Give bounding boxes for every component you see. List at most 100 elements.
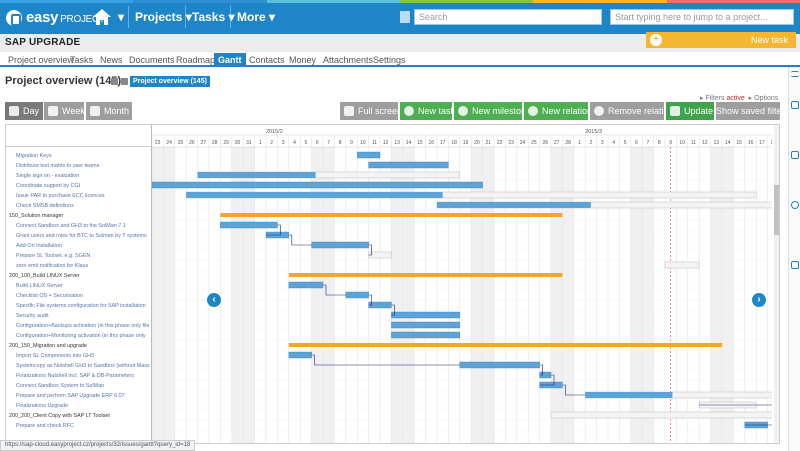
day-tick-label: 2 bbox=[590, 140, 593, 146]
remove-relation-button[interactable]: Remove relation bbox=[590, 102, 674, 120]
gantt-timeline[interactable]: 23 24 25 26 27 28 29 30 31 1 2 3 4 5 6 7 8 9 10 11 12 13 14 15 1… bbox=[152, 125, 772, 444]
day-tick-label: 13 bbox=[714, 140, 720, 146]
jump-to-project-input[interactable]: Start typing here to jump to a project..… bbox=[610, 9, 794, 25]
update-button[interactable]: Update bbox=[666, 102, 714, 120]
day-tick-label: 21 bbox=[486, 140, 492, 146]
query-badge[interactable]: Project overview (145) bbox=[130, 76, 210, 87]
new-relation-button[interactable]: New relation bbox=[524, 102, 592, 120]
week-label: Week bbox=[62, 106, 85, 116]
gantt-task-row[interactable]: Finalizations Nutshell incl. SAP & DB-Pa… bbox=[6, 371, 152, 381]
browser-status-url: https://sap-cloud.easyproject.cz/project… bbox=[0, 440, 196, 451]
weekend-column bbox=[163, 147, 175, 443]
gantt-task-row[interactable]: Prepare and perform SAP Upgrade ERP 6.07 bbox=[6, 391, 152, 401]
search-input[interactable]: Search bbox=[414, 9, 602, 25]
new-task-gantt-button[interactable]: New task bbox=[400, 102, 455, 120]
menu-projects[interactable]: Projects ▾ bbox=[135, 10, 192, 24]
edit-icon[interactable] bbox=[111, 78, 118, 85]
full-screen-button[interactable]: Full screen bbox=[340, 102, 402, 120]
gantt-group-row[interactable]: 150_Solution manager bbox=[6, 211, 152, 221]
gantt-task-row[interactable]: Coordinate support by CGI bbox=[6, 181, 152, 191]
mail-icon[interactable] bbox=[791, 151, 799, 159]
trash-icon[interactable] bbox=[400, 11, 410, 23]
lightbulb-icon[interactable] bbox=[791, 201, 799, 209]
menu-more[interactable]: More ▾ bbox=[237, 10, 275, 24]
gantt-task-row[interactable]: Prepare SL Toolset, e.g. SGEN bbox=[6, 251, 152, 261]
weekend-column bbox=[402, 147, 415, 443]
day-tick-label: 19 bbox=[463, 140, 469, 146]
gantt-task-row[interactable]: Distribute test matrix to user teams bbox=[6, 161, 152, 171]
vertical-scrollbar[interactable] bbox=[774, 125, 779, 443]
gantt-task-row[interactable]: Security audit bbox=[6, 311, 152, 321]
gantt-group-row[interactable]: 200_100_Build LINUX Server bbox=[6, 271, 152, 281]
filters-indicator[interactable]: ▸ Filters active ▸ Options bbox=[700, 94, 778, 102]
gantt-task-row[interactable]: Import SL Components into GH3 bbox=[6, 351, 152, 361]
tab-news[interactable]: News bbox=[96, 53, 127, 67]
gantt-group-row[interactable]: 200_200_Client Copy with SAP LT Toolset bbox=[6, 411, 152, 421]
tab-settings[interactable]: Settings bbox=[369, 53, 410, 67]
menu-icon[interactable] bbox=[791, 71, 799, 77]
scrollbar-thumb[interactable] bbox=[774, 185, 779, 235]
day-tick-label: 8 bbox=[658, 140, 661, 146]
tab-gantt[interactable]: Gantt bbox=[214, 53, 246, 67]
gantt-task-row[interactable]: Grant users and roles for BTC to Solman … bbox=[6, 231, 152, 241]
new-task-label: New task bbox=[750, 35, 788, 45]
weekend-column bbox=[710, 147, 722, 443]
gantt-task-row[interactable]: Check SMSB definitions bbox=[6, 201, 152, 211]
tab-tasks[interactable]: Tasks bbox=[66, 53, 97, 67]
chevron-down-icon[interactable]: ▾ bbox=[118, 10, 124, 24]
day-tick-label: 4 bbox=[612, 140, 615, 146]
zoom-day-button[interactable]: Day bbox=[5, 102, 43, 120]
gantt-task-row[interactable]: Migration Keys bbox=[6, 151, 152, 161]
clipboard-icon[interactable] bbox=[791, 261, 799, 269]
minus-icon bbox=[594, 106, 604, 116]
new-relation-label: New relation bbox=[542, 106, 593, 116]
logo[interactable]: easy PROJECT bbox=[6, 9, 105, 26]
day-tick-label: 15 bbox=[736, 140, 742, 146]
show-saved-filters-button[interactable]: Show saved filters bbox=[716, 102, 789, 120]
gantt-task-row[interactable]: zero emit notification for Klaus bbox=[6, 261, 152, 271]
gantt-task-row[interactable]: Issue PAR to purchase ECC licences bbox=[6, 191, 152, 201]
menu-tasks[interactable]: Tasks ▾ bbox=[192, 10, 235, 24]
gantt-task-bar-progress bbox=[197, 172, 316, 178]
project-tabs: Project overview Tasks News Documents Ro… bbox=[0, 53, 800, 67]
zoom-week-button[interactable]: Week bbox=[44, 102, 85, 120]
plus-icon bbox=[528, 106, 538, 116]
gantt-task-bar bbox=[345, 291, 369, 299]
zoom-month-button[interactable]: Month bbox=[86, 102, 132, 120]
gantt-task-row[interactable]: Add-On Installation bbox=[6, 241, 152, 251]
weekend-column bbox=[152, 147, 164, 443]
new-milestone-button[interactable]: New milestone bbox=[454, 102, 531, 120]
gantt-task-bar bbox=[391, 311, 460, 319]
gantt-task-row[interactable]: Single sign on - evaluation bbox=[6, 171, 152, 181]
gantt-task-row[interactable]: Finalizations Upgrade bbox=[6, 401, 152, 411]
gantt-task-row[interactable]: Connect Sandbox System to SolMan bbox=[6, 381, 152, 391]
delete-icon[interactable] bbox=[121, 78, 128, 85]
gantt-task-row[interactable]: Configuration+Backups activation (in thi… bbox=[6, 321, 152, 331]
gantt-task-bar-outline bbox=[368, 251, 392, 259]
gantt-task-row[interactable]: Systemcopy as Nutshell GH3 to Sandbox (w… bbox=[6, 361, 152, 371]
user-icon[interactable] bbox=[791, 101, 799, 109]
gantt-task-row[interactable]: Prepare and check RFC bbox=[6, 421, 152, 431]
day-tick-label: 11 bbox=[372, 140, 377, 146]
gantt-task-row[interactable]: Configuration+Monitoring activation (in … bbox=[6, 331, 152, 341]
tab-documents[interactable]: Documents bbox=[125, 53, 179, 67]
gantt-timeline-svg[interactable]: 23 24 25 26 27 28 29 30 31 1 2 3 4 5 6 7 8 9 10 11 12 13 14 15 1… bbox=[152, 125, 772, 444]
home-icon[interactable] bbox=[92, 8, 112, 26]
gantt-group-row[interactable]: 200_150_Migration and upgrade bbox=[6, 341, 152, 351]
day-tick-label: 26 bbox=[543, 140, 549, 146]
gantt-task-row[interactable]: Connect Sandbox and GH3 to the SolMan 7.… bbox=[6, 221, 152, 231]
gantt-task-row[interactable]: Specific File systems configuration for … bbox=[6, 301, 152, 311]
day-tick-label: 8 bbox=[339, 140, 342, 146]
day-tick-label: 24 bbox=[166, 140, 172, 146]
scroll-right-arrow-icon[interactable]: › bbox=[752, 293, 766, 307]
day-tick-label: 25 bbox=[178, 140, 184, 146]
scroll-left-arrow-icon[interactable]: ‹ bbox=[207, 293, 221, 307]
day-tick-label: 16 bbox=[748, 140, 754, 146]
new-task-button[interactable]: + New task bbox=[646, 32, 796, 48]
tab-contacts[interactable]: Contacts bbox=[245, 53, 289, 67]
gantt-task-row[interactable]: Build LINUX Server bbox=[6, 281, 152, 291]
tab-money[interactable]: Money bbox=[285, 53, 320, 67]
tab-roadmap[interactable]: Roadmap bbox=[172, 53, 219, 67]
gantt-task-row[interactable]: Checklist OS + Securisation bbox=[6, 291, 152, 301]
gantt-task-bar-progress bbox=[186, 192, 443, 198]
